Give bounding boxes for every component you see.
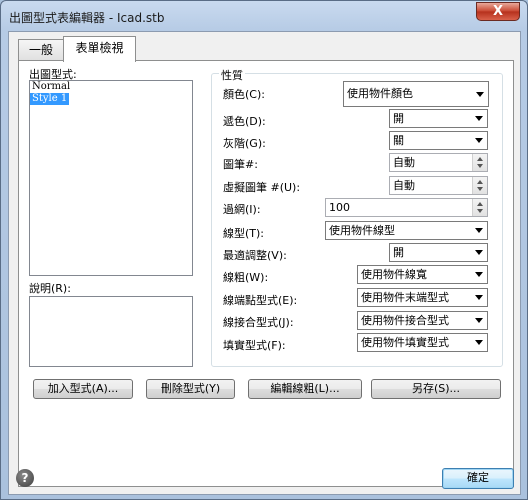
- chevron-down-icon: [475, 228, 483, 233]
- screening-spinner[interactable]: 100: [325, 198, 488, 217]
- adaptive-value: 開: [393, 246, 404, 259]
- color-value: 使用物件顏色: [347, 87, 413, 100]
- line-end-label: 線端點型式(E):: [223, 294, 298, 307]
- spin-buttons[interactable]: [472, 154, 487, 171]
- pen-spinner[interactable]: 自動: [389, 153, 488, 172]
- lineweight-value: 使用物件線寬: [361, 268, 427, 281]
- line-join-select[interactable]: 使用物件接合型式: [357, 311, 488, 330]
- ok-button[interactable]: 確定: [442, 468, 514, 489]
- virtual-pen-label: 虛擬圖筆 #(U):: [223, 181, 301, 194]
- fill-style-value: 使用物件填實型式: [361, 336, 449, 349]
- dialog-client-area: 一般 表單檢視 出圖型式: Normal Style 1 說明(R): 性質 顏…: [8, 31, 521, 495]
- chevron-down-icon: [475, 295, 483, 300]
- chevron-down-icon: [475, 138, 483, 143]
- spin-down-icon: [477, 187, 483, 191]
- tab-panel-table-view: 出圖型式: Normal Style 1 說明(R): 性質 顏色(C): 使用…: [18, 60, 514, 487]
- spin-down-icon: [477, 209, 483, 213]
- window-title: 出圖型式表編輯器 - Icad.stb: [9, 11, 165, 25]
- tab-table-view[interactable]: 表單檢視: [63, 36, 136, 62]
- dialog-window: 出圖型式表編輯器 - Icad.stb X 一般 表單檢視 出圖型式: Norm…: [0, 0, 528, 500]
- save-as-button[interactable]: 另存(S)...: [371, 379, 501, 399]
- line-end-select[interactable]: 使用物件末端型式: [357, 288, 488, 307]
- edit-lineweights-button[interactable]: 編輯線粗(L)...: [248, 379, 362, 399]
- screening-value: 100: [329, 201, 350, 214]
- help-icon[interactable]: ?: [16, 469, 34, 487]
- title-bar[interactable]: 出圖型式表編輯器 - Icad.stb X: [1, 1, 527, 31]
- grayscale-select[interactable]: 關: [389, 131, 488, 150]
- fill-style-label: 填實型式(F):: [223, 339, 286, 352]
- delete-style-button[interactable]: 刪除型式(Y): [146, 379, 235, 399]
- plot-styles-list[interactable]: Normal Style 1: [29, 80, 193, 276]
- description-label: 說明(R):: [29, 282, 71, 295]
- list-item-style-1[interactable]: Style 1: [30, 93, 70, 105]
- chevron-down-icon: [475, 250, 483, 255]
- adaptive-label: 最適調整(V):: [223, 249, 287, 262]
- linetype-value: 使用物件線型: [329, 224, 395, 237]
- spin-up-icon: [477, 157, 483, 161]
- linetype-select[interactable]: 使用物件線型: [325, 221, 488, 240]
- lineweight-label: 線粗(W):: [223, 271, 269, 284]
- grayscale-label: 灰階(G):: [223, 137, 266, 150]
- line-end-value: 使用物件末端型式: [361, 291, 449, 304]
- grayscale-value: 關: [393, 134, 404, 147]
- pen-label: 圖筆#:: [223, 158, 258, 171]
- dither-select[interactable]: 開: [389, 109, 488, 128]
- pen-value: 自動: [393, 156, 415, 169]
- dither-label: 遞色(D):: [223, 115, 266, 128]
- description-field[interactable]: [29, 296, 193, 367]
- adaptive-select[interactable]: 開: [389, 243, 488, 262]
- spin-up-icon: [477, 180, 483, 184]
- screening-label: 過網(I):: [223, 203, 261, 216]
- chevron-down-icon: [475, 318, 483, 323]
- spin-buttons[interactable]: [472, 177, 487, 194]
- close-button[interactable]: X: [476, 2, 520, 21]
- virtual-pen-spinner[interactable]: 自動: [389, 176, 488, 195]
- linetype-label: 線型(T):: [223, 227, 265, 240]
- dither-value: 開: [393, 112, 404, 125]
- spin-down-icon: [477, 164, 483, 168]
- color-label: 顏色(C):: [223, 88, 265, 101]
- fill-style-select[interactable]: 使用物件填實型式: [357, 333, 488, 352]
- spin-up-icon: [477, 202, 483, 206]
- chevron-down-icon: [475, 340, 483, 345]
- virtual-pen-value: 自動: [393, 179, 415, 192]
- chevron-down-icon: [475, 272, 483, 277]
- list-item-normal[interactable]: Normal: [30, 81, 72, 93]
- tab-general[interactable]: 一般: [18, 39, 64, 61]
- properties-group-title: 性質: [219, 67, 245, 83]
- add-style-button[interactable]: 加入型式(A)...: [33, 379, 133, 399]
- line-join-value: 使用物件接合型式: [361, 314, 449, 327]
- close-icon: X: [492, 4, 504, 19]
- chevron-down-icon: [475, 116, 483, 121]
- line-join-label: 線接合型式(J):: [223, 316, 294, 329]
- chevron-down-icon: [476, 92, 484, 97]
- color-select[interactable]: 使用物件顏色: [343, 81, 489, 107]
- spin-buttons[interactable]: [472, 199, 487, 216]
- lineweight-select[interactable]: 使用物件線寬: [357, 265, 488, 284]
